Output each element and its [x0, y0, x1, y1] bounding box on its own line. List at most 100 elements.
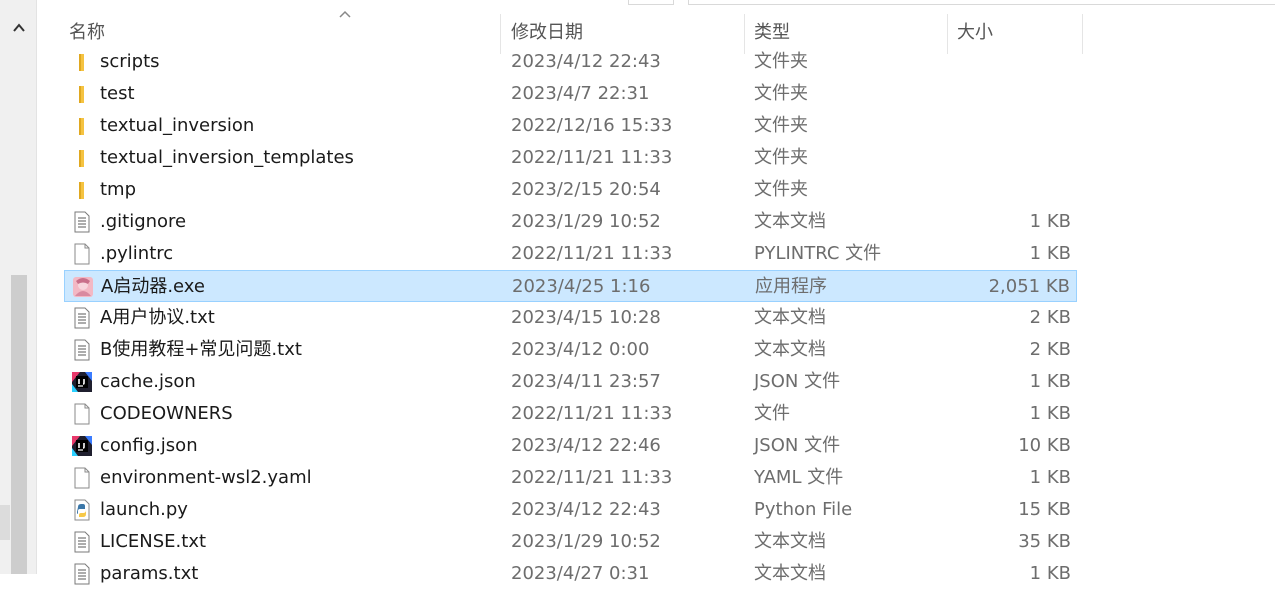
- file-size: 2 KB: [1029, 339, 1071, 360]
- file-row[interactable]: tmp 2023/2/15 20:54 文件夹: [64, 174, 1077, 206]
- file-size: 10 KB: [1018, 435, 1071, 456]
- file-row[interactable]: scripts 2023/4/12 22:43 文件夹: [64, 46, 1077, 78]
- file-modified-date: 2022/11/21 11:33: [511, 243, 673, 264]
- file-name: tmp: [100, 179, 137, 200]
- python-file-icon: [71, 499, 93, 521]
- file-name: LICENSE.txt: [100, 531, 207, 552]
- file-name: CODEOWNERS: [100, 403, 233, 424]
- blank-file-icon: [71, 467, 93, 489]
- file-size: 1 KB: [1029, 403, 1071, 424]
- scrollbar-thumb[interactable]: [11, 275, 27, 574]
- text-file-icon: [71, 563, 93, 585]
- file-row[interactable]: test 2023/4/7 22:31 文件夹: [64, 78, 1077, 110]
- json-file-icon: [71, 435, 93, 457]
- file-row[interactable]: .pylintrc 2022/11/21 11:33 PYLINTRC 文件 1 KB: [64, 238, 1077, 270]
- file-name: environment-wsl2.yaml: [100, 467, 312, 488]
- file-modified-date: 2022/11/21 11:33: [511, 147, 673, 168]
- text-file-icon: [71, 339, 93, 361]
- file-type: PYLINTRC 文件: [754, 243, 882, 264]
- search-box-frame[interactable]: [688, 0, 1275, 5]
- json-file-icon: [71, 371, 93, 393]
- file-type: 应用程序: [755, 276, 827, 297]
- text-file-icon: [71, 307, 93, 329]
- blank-file-icon: [71, 243, 93, 265]
- file-row[interactable]: LICENSE.txt 2023/1/29 10:52 文本文档 35 KB: [64, 526, 1077, 558]
- pane-edge: [0, 505, 10, 540]
- file-type: 文本文档: [754, 211, 826, 232]
- file-name: A启动器.exe: [101, 276, 205, 297]
- file-modified-date: 2023/2/15 20:54: [511, 179, 661, 200]
- file-name: config.json: [100, 435, 198, 456]
- file-name: params.txt: [100, 563, 199, 584]
- file-type: 文件夹: [754, 147, 808, 168]
- file-row[interactable]: CODEOWNERS 2022/11/21 11:33 文件 1 KB: [64, 398, 1077, 430]
- file-modified-date: 2023/4/11 23:57: [511, 371, 661, 392]
- file-row[interactable]: A用户协议.txt 2023/4/15 10:28 文本文档 2 KB: [64, 302, 1077, 334]
- toolbar-button-frame[interactable]: [628, 0, 674, 5]
- file-type: JSON 文件: [754, 371, 841, 392]
- text-file-icon: [71, 531, 93, 553]
- file-row[interactable]: environment-wsl2.yaml 2022/11/21 11:33 YAM…: [64, 462, 1077, 494]
- file-row[interactable]: params.txt 2023/4/27 0:31 文本文档 1 KB: [64, 558, 1077, 590]
- file-type: 文本文档: [754, 563, 826, 584]
- file-type: 文件夹: [754, 179, 808, 200]
- file-type: 文本文档: [754, 307, 826, 328]
- file-name: scripts: [100, 51, 160, 72]
- file-name: .pylintrc: [100, 243, 174, 264]
- file-modified-date: 2023/4/12 0:00: [511, 339, 650, 360]
- file-modified-date: 2023/4/27 0:31: [511, 563, 650, 584]
- file-type: YAML 文件: [754, 467, 844, 488]
- file-modified-date: 2022/11/21 11:33: [511, 403, 673, 424]
- app-icon: [72, 276, 94, 298]
- file-name: .gitignore: [100, 211, 187, 232]
- file-modified-date: 2023/4/12 22:43: [511, 51, 661, 72]
- file-row[interactable]: A启动器.exe 2023/4/25 1:16 应用程序 2,051 KB: [64, 270, 1077, 302]
- file-name: textual_inversion_templates: [100, 147, 354, 168]
- file-size: 1 KB: [1029, 467, 1071, 488]
- scroll-up-icon[interactable]: [11, 20, 27, 36]
- file-row[interactable]: launch.py 2023/4/12 22:43 Python File 15 KB: [64, 494, 1077, 526]
- file-type: Python File: [754, 499, 853, 520]
- file-size: 15 KB: [1018, 499, 1071, 520]
- file-row[interactable]: cache.json 2023/4/11 23:57 JSON 文件 1 KB: [64, 366, 1077, 398]
- file-modified-date: 2023/4/15 10:28: [511, 307, 661, 328]
- file-size: 1 KB: [1029, 563, 1071, 584]
- file-name: test: [100, 83, 135, 104]
- file-modified-date: 2022/12/16 15:33: [511, 115, 673, 136]
- file-size: 2,051 KB: [988, 276, 1070, 297]
- file-modified-date: 2023/1/29 10:52: [511, 211, 661, 232]
- file-row[interactable]: B使用教程+常见问题.txt 2023/4/12 0:00 文本文档 2 KB: [64, 334, 1077, 366]
- file-modified-date: 2023/4/12 22:43: [511, 499, 661, 520]
- folder-icon: [71, 51, 93, 73]
- file-name: launch.py: [100, 499, 188, 520]
- file-modified-date: 2022/11/21 11:33: [511, 467, 673, 488]
- navigation-pane-scrollbar[interactable]: [0, 0, 37, 574]
- file-size: 35 KB: [1018, 531, 1071, 552]
- file-type: 文件夹: [754, 51, 808, 72]
- column-divider[interactable]: [1082, 14, 1083, 54]
- blank-file-icon: [71, 403, 93, 425]
- file-type: 文件: [754, 403, 790, 424]
- file-name: A用户协议.txt: [100, 307, 215, 328]
- file-name: textual_inversion: [100, 115, 255, 136]
- file-row[interactable]: textual_inversion 2022/12/16 15:33 文件夹: [64, 110, 1077, 142]
- file-modified-date: 2023/1/29 10:52: [511, 531, 661, 552]
- file-type: JSON 文件: [754, 435, 841, 456]
- file-modified-date: 2023/4/25 1:16: [512, 276, 651, 297]
- file-type: 文件夹: [754, 83, 808, 104]
- file-row[interactable]: .gitignore 2023/1/29 10:52 文本文档 1 KB: [64, 206, 1077, 238]
- file-name: cache.json: [100, 371, 196, 392]
- folder-icon: [71, 83, 93, 105]
- text-file-icon: [71, 211, 93, 233]
- file-type: 文件夹: [754, 115, 808, 136]
- file-size: 1 KB: [1029, 211, 1071, 232]
- file-row[interactable]: textual_inversion_templates 2022/11/21 11…: [64, 142, 1077, 174]
- folder-icon: [71, 179, 93, 201]
- file-type: 文本文档: [754, 339, 826, 360]
- file-size: 1 KB: [1029, 371, 1071, 392]
- file-row[interactable]: config.json 2023/4/12 22:46 JSON 文件 10 KB: [64, 430, 1077, 462]
- file-size: 1 KB: [1029, 243, 1071, 264]
- folder-icon: [71, 115, 93, 137]
- file-name: B使用教程+常见问题.txt: [100, 339, 302, 360]
- file-modified-date: 2023/4/7 22:31: [511, 83, 650, 104]
